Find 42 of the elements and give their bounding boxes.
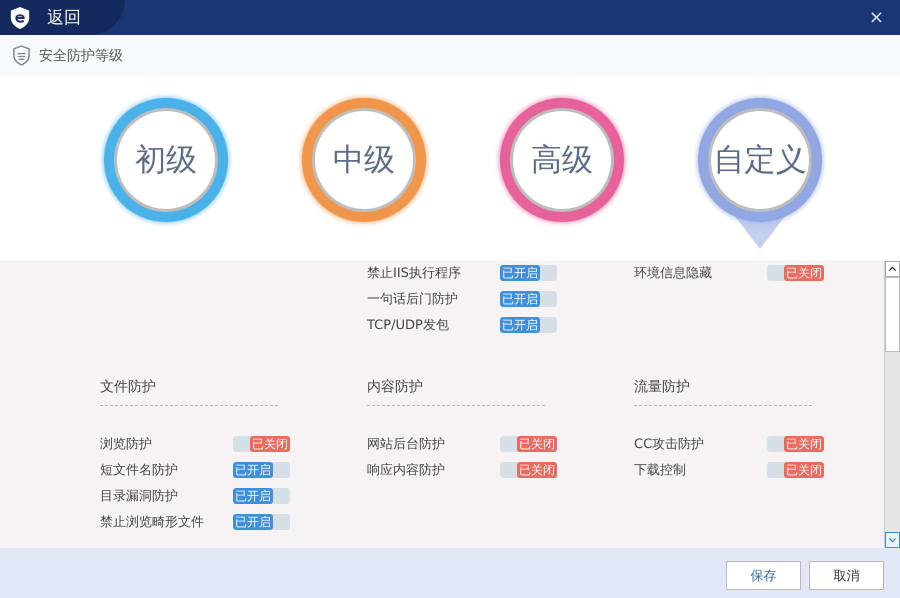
toggle-switch[interactable]: 已开启	[233, 514, 290, 530]
group-title: 文件防护	[100, 378, 156, 397]
group-title: 内容防护	[367, 378, 423, 397]
level-option[interactable]: 初级	[104, 98, 228, 222]
group-title: 流量防护	[634, 378, 690, 397]
setting-label: TCP/UDP发包	[367, 316, 450, 334]
toggle-switch[interactable]: 已关闭	[500, 436, 557, 452]
level-option[interactable]: 自定义	[698, 98, 822, 222]
setting-label: CC攻击防护	[634, 436, 706, 452]
level-option[interactable]: 高级	[500, 98, 624, 222]
shield-icon	[12, 45, 31, 66]
setting-label: 一句话后门防护	[367, 290, 459, 308]
setting-label: 短文件名防护	[100, 462, 179, 478]
setting-label: 浏览防护	[100, 436, 153, 452]
scroll-up-icon[interactable]	[885, 261, 900, 277]
toggle-switch[interactable]: 已开启	[500, 290, 557, 306]
scrollbar[interactable]	[884, 261, 900, 548]
toggle-switch[interactable]: 已关闭	[767, 264, 824, 280]
toggle-switch[interactable]: 已开启	[500, 264, 557, 280]
toggle-switch[interactable]: 已关闭	[767, 462, 824, 478]
setting-label: 禁止IIS执行程序	[367, 264, 462, 282]
setting-label: 响应内容防护	[367, 462, 446, 478]
setting-label: 目录漏洞防护	[100, 488, 179, 504]
toggle-switch[interactable]: 已关闭	[233, 436, 290, 452]
toggle-switch[interactable]: 已开启	[500, 316, 557, 332]
dialog-button[interactable]: 保存	[726, 561, 801, 590]
toggle-switch[interactable]: 已关闭	[767, 436, 824, 452]
setting-label: 环境信息隐藏	[634, 264, 713, 282]
scroll-thumb[interactable]	[885, 277, 900, 352]
toggle-switch[interactable]: 已开启	[233, 488, 290, 504]
setting-label: 下载控制	[634, 462, 687, 478]
back-button[interactable]: 返回	[47, 6, 81, 29]
level-option[interactable]: 中级	[302, 98, 426, 222]
section-title: 安全防护等级	[39, 46, 123, 64]
setting-label: 禁止浏览畸形文件	[100, 514, 205, 530]
scroll-down-icon[interactable]	[885, 532, 900, 548]
toggle-switch[interactable]: 已关闭	[500, 462, 557, 478]
shield-logo-icon	[9, 6, 31, 30]
setting-label: 网站后台防护	[367, 436, 446, 452]
toggle-switch[interactable]: 已开启	[233, 462, 290, 478]
dialog-button[interactable]: 取消	[809, 561, 884, 590]
close-button[interactable]: ×	[864, 7, 888, 28]
